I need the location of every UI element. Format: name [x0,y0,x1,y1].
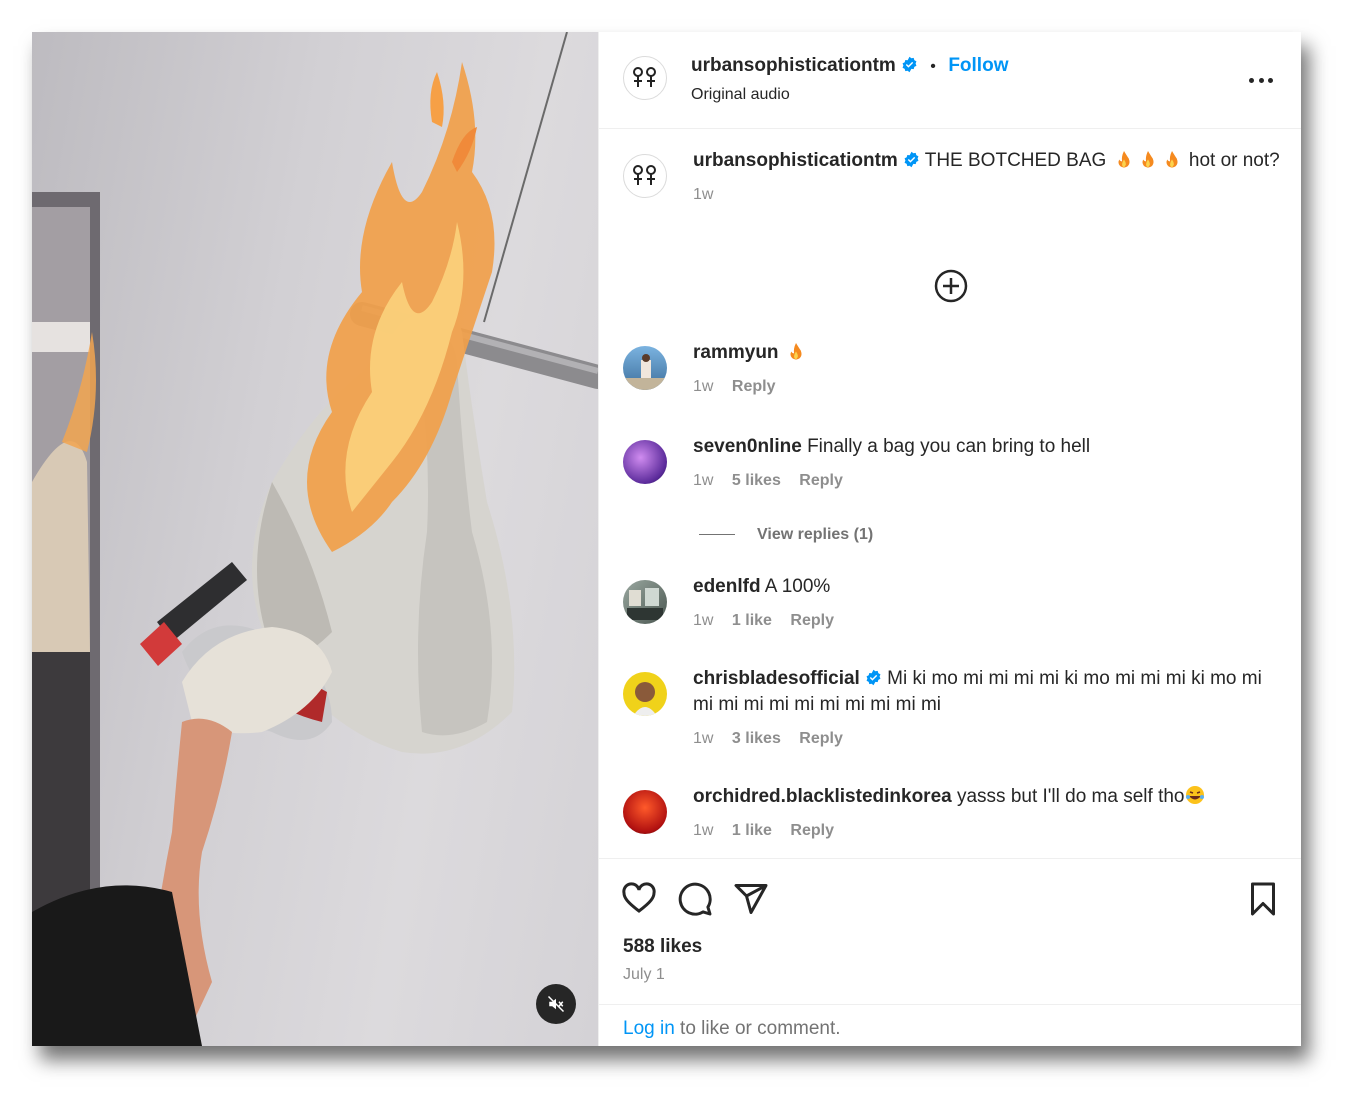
avatar-image [623,354,667,390]
caption-username[interactable]: urbansophisticationtm [693,150,898,171]
comment-likes[interactable]: 1 like [732,612,772,629]
comment-time: 1w [693,472,714,489]
fire-emoji [790,342,802,360]
more-icon-dot [1258,77,1264,83]
reply-button[interactable]: Reply [799,730,843,747]
comment-text: A 100% [764,576,831,597]
reply-button[interactable]: Reply [790,822,834,839]
mute-icon [547,995,565,1013]
login-link[interactable]: Log in [623,1018,675,1039]
fire-emoji [1166,150,1178,168]
commenter-avatar[interactable] [623,790,667,834]
caption-text-end: hot or not? [1188,150,1280,171]
likes-count[interactable]: 588 likes [623,936,702,958]
comment-likes[interactable]: 1 like [732,822,772,839]
reply-button[interactable]: Reply [790,612,834,629]
plus-circle-icon[interactable] [933,268,969,304]
avatar-image [633,682,657,716]
header-separator: • [930,58,936,75]
heart-icon[interactable] [621,881,657,917]
more-icon-dot [1268,77,1273,83]
login-prompt: Log in to like or comment. [599,1004,1301,1046]
post-date: July 1 [623,966,665,983]
audio-label[interactable]: Original audio [691,86,790,104]
post-video[interactable] [32,32,598,1046]
verified-icon [866,669,881,686]
brand-logo-icon [633,165,656,185]
verified-icon [904,151,919,168]
follow-button[interactable]: Follow [948,55,1008,76]
commenter-username[interactable]: orchidred.blacklistedinkorea [693,786,952,807]
commenter-username[interactable]: rammyun [693,342,779,363]
reply-button[interactable]: Reply [799,472,843,489]
post-header: urbansophisticationtm • Follow Original … [599,32,1301,129]
comment-likes[interactable]: 5 likes [732,472,781,489]
caption-time: 1w [693,186,714,203]
post-modal: urbansophisticationtm • Follow Original … [32,32,1301,1046]
comment-time: 1w [693,612,714,629]
mute-toggle-button[interactable] [536,984,576,1024]
reply-button[interactable]: Reply [732,378,776,395]
comment-text: yasss but I'll do ma self tho [956,786,1185,807]
fire-emoji [1142,150,1154,168]
login-prompt-text: to like or comment. [674,1018,841,1039]
video-frame-image [32,32,598,1046]
post-details-panel: urbansophisticationtm • Follow Original … [598,32,1301,1046]
commenter-avatar[interactable] [623,346,667,390]
comment-time: 1w [693,822,714,839]
more-options-button[interactable] [1249,68,1273,92]
comment-time: 1w [693,730,714,747]
avatar-image [627,588,663,620]
commenter-avatar[interactable] [623,672,667,716]
bookmark-icon[interactable] [1245,881,1281,917]
author-username[interactable]: urbansophisticationtm [691,55,896,76]
caption-text: THE BOTCHED BAG [924,150,1107,171]
commenter-username[interactable]: seven0nline [693,436,802,457]
author-avatar[interactable] [623,56,667,100]
commenter-avatar[interactable] [623,440,667,484]
more-icon [1249,77,1254,83]
commenter-username[interactable]: chrisbladesofficial [693,668,860,689]
fire-emoji [1118,150,1130,168]
comment-time: 1w [693,378,714,395]
comment-icon[interactable] [677,881,713,917]
brand-logo-icon [633,67,656,87]
verified-icon [902,56,917,73]
action-bar [599,858,1301,916]
commenter-username[interactable]: edenlfd [693,576,761,597]
view-replies-button[interactable]: View replies (1) [699,526,873,544]
share-icon[interactable] [733,881,769,917]
comment-likes[interactable]: 3 likes [732,730,781,747]
laughing-emoji [1185,786,1204,804]
commenter-avatar[interactable] [623,580,667,624]
comment-text: Finally a bag you can bring to hell [807,436,1091,457]
caption-author-avatar[interactable] [623,154,667,198]
